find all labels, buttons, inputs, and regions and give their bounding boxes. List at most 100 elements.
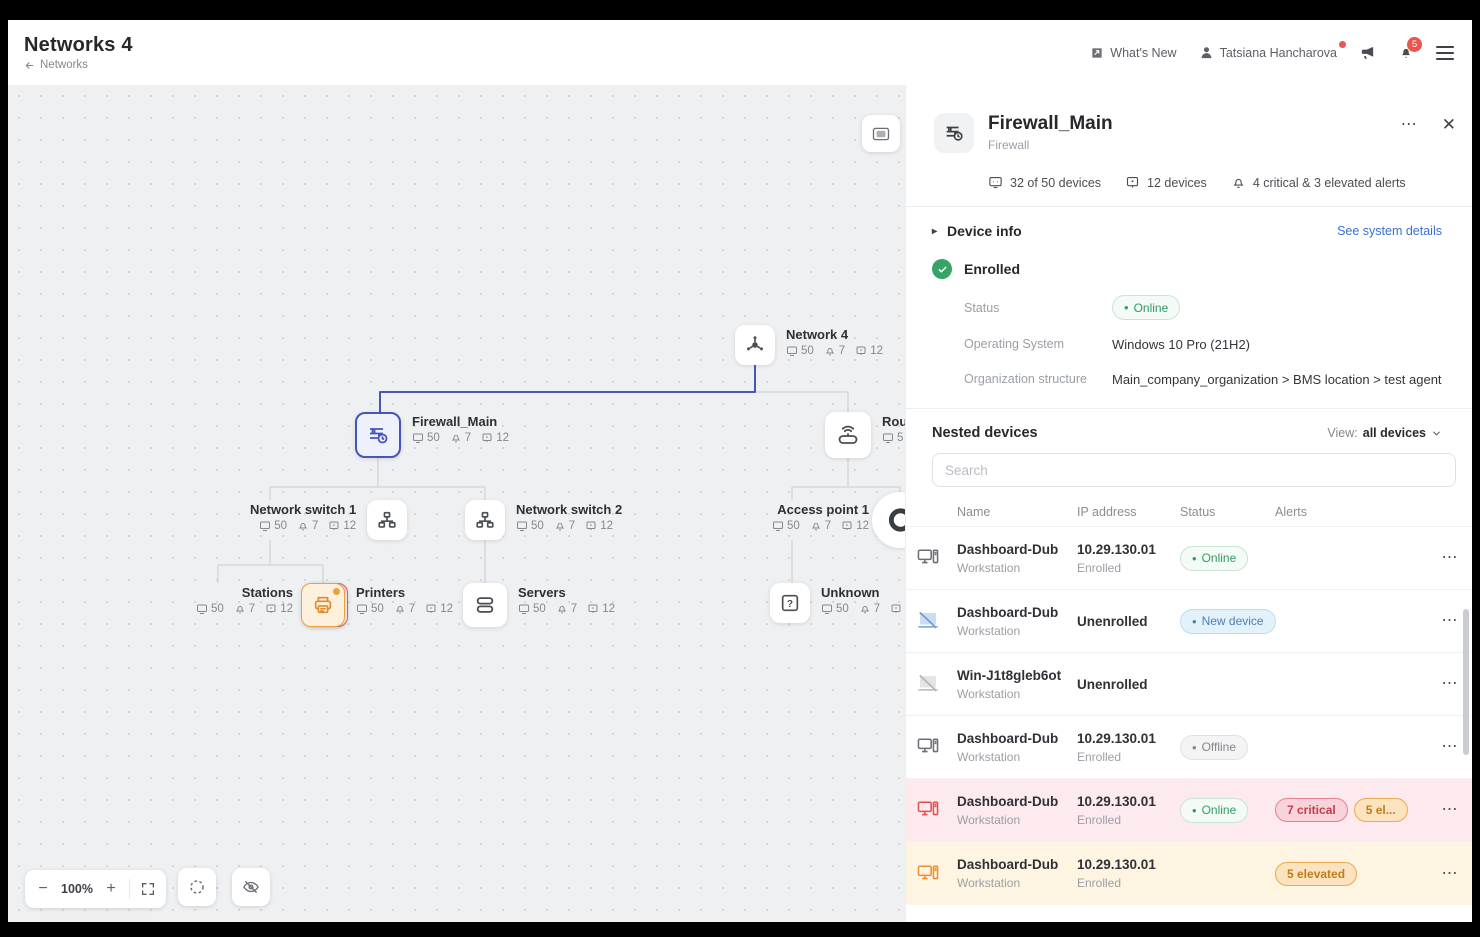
table-row-critical[interactable]: Dashboard-DubWorkstation 10.29.130.01Enr… — [906, 779, 1472, 842]
node-stats: 50 7 12 — [259, 520, 356, 532]
status-pill: Online — [1180, 546, 1248, 571]
monitored-stat: 50 — [356, 603, 384, 615]
notification-badge: 5 — [1407, 37, 1422, 52]
screen-icon — [265, 603, 277, 615]
elevated-alerts-pill: 5 elevated — [1275, 862, 1357, 886]
node-network-switch-2[interactable]: Network switch 2 50 7 12 — [465, 500, 622, 540]
device-type: Workstation — [957, 624, 1077, 638]
device-ip: 10.29.130.01 — [1077, 794, 1180, 809]
nested-devices-stat: 12 devices — [1125, 175, 1207, 190]
screen-icon — [481, 432, 493, 444]
see-system-details-link[interactable]: See system details — [1337, 224, 1442, 238]
node-servers[interactable]: Servers 50 7 12 — [463, 583, 615, 627]
topology-canvas[interactable]: Network 4 50 7 12 Firewall_Main 50 — [8, 85, 905, 922]
table-row[interactable]: Dashboard-DubWorkstation 10.29.130.01Enr… — [906, 716, 1472, 779]
node-name: Unknown — [821, 585, 905, 600]
panel-scrollbar[interactable] — [1463, 609, 1469, 755]
node-label: Network 4 50 7 12 — [786, 325, 883, 357]
status-field: Status Online — [964, 295, 1442, 320]
org-field: Organization structure Main_company_orga… — [964, 368, 1442, 390]
router-icon[interactable] — [825, 412, 871, 458]
whats-new-link[interactable]: What's New — [1090, 46, 1176, 60]
main-menu-button[interactable] — [1436, 46, 1454, 60]
zoom-in-button[interactable]: + — [103, 880, 119, 898]
node-router[interactable]: Rou 5 — [825, 412, 905, 458]
firewall-icon[interactable] — [355, 412, 401, 458]
row-menu-button[interactable]: ⋯ — [1428, 869, 1472, 879]
notifications-button[interactable]: 5 — [1398, 44, 1414, 61]
table-header: Name IP address Status Alerts — [906, 497, 1472, 527]
zoom-level: 100% — [61, 882, 93, 896]
unenrolled-laptop-icon — [917, 674, 939, 694]
monitored-stat: 50 — [412, 432, 440, 444]
alerts-stat: 7 — [554, 520, 575, 532]
unknown-device-icon[interactable]: ? — [770, 583, 810, 623]
node-name: Network switch 2 — [516, 502, 622, 517]
nested-devices-table: Name IP address Status Alerts Dashboard-… — [906, 497, 1472, 905]
select-area-button[interactable] — [178, 868, 216, 906]
enrollment-status: Enrolled — [964, 261, 1020, 277]
col-ip: IP address — [1077, 505, 1180, 519]
switch-icon[interactable] — [367, 500, 407, 540]
devices-stat: 12 — [587, 603, 615, 615]
device-name: Dashboard-Dub — [957, 857, 1077, 872]
node-label: Rou 5 — [882, 412, 905, 444]
screen-icon — [425, 603, 437, 615]
monitor-icon — [772, 520, 784, 532]
devices-stat: 12 — [328, 520, 356, 532]
node-printers[interactable]: Printers 50 7 12 — [301, 583, 453, 627]
node-label: Unknown 50 7 12 — [821, 583, 905, 615]
node-name: Network 4 — [786, 327, 883, 342]
node-firewall-main[interactable]: Firewall_Main 50 7 12 — [355, 412, 509, 458]
status-pill: Online — [1180, 798, 1248, 823]
screen-icon — [328, 520, 340, 532]
legend-icon — [872, 127, 890, 141]
user-name: Tatsiana Hancharova — [1220, 46, 1337, 60]
node-network-switch-1[interactable]: Network switch 1 50 7 12 — [250, 500, 407, 540]
row-menu-button[interactable]: ⋯ — [1428, 553, 1472, 563]
node-label: Access point 1 50 7 12 — [772, 500, 869, 532]
node-network-4[interactable]: Network 4 50 7 12 — [735, 325, 883, 365]
network-hub-icon[interactable] — [735, 325, 775, 365]
printer-icon[interactable] — [301, 583, 345, 627]
panel-menu-button[interactable]: ⋯ — [1401, 120, 1418, 130]
view-filter-dropdown[interactable]: View: all devices — [1327, 426, 1442, 440]
node-label: Printers 50 7 12 — [356, 583, 453, 615]
breadcrumb-back[interactable]: Networks — [24, 59, 133, 71]
monitored-stat: 50 — [821, 603, 849, 615]
close-panel-button[interactable]: ✕ — [1442, 115, 1456, 135]
hide-elements-button[interactable] — [232, 868, 270, 906]
screen-icon — [855, 345, 867, 357]
row-menu-button[interactable]: ⋯ — [1428, 805, 1472, 815]
elevated-alerts-pill: 5 el... — [1354, 798, 1408, 822]
server-icon[interactable] — [463, 583, 507, 627]
table-row[interactable]: Dashboard-DubWorkstation 10.29.130.01Enr… — [906, 527, 1472, 590]
device-info-toggle[interactable]: ▸ Device info — [932, 223, 1022, 239]
field-value: Main_company_organization > BMS location… — [1112, 372, 1442, 387]
monitor-icon — [259, 520, 271, 532]
user-menu[interactable]: Tatsiana Hancharova — [1199, 45, 1337, 60]
bell-icon — [394, 603, 406, 615]
zoom-out-button[interactable]: − — [35, 880, 51, 898]
node-unknown[interactable]: ? Unknown 50 7 12 — [770, 583, 905, 623]
screen-icon — [841, 520, 853, 532]
alerts-stat: 7 — [556, 603, 577, 615]
device-name: Dashboard-Dub — [957, 605, 1077, 620]
bell-icon — [234, 603, 246, 615]
announcements-button[interactable] — [1359, 44, 1376, 61]
fit-screen-icon[interactable] — [140, 881, 156, 897]
search-input[interactable] — [932, 453, 1456, 487]
node-name: Network switch 1 — [250, 502, 356, 517]
field-label: Status — [964, 301, 1112, 315]
bell-icon — [450, 432, 462, 444]
top-bar: Networks 4 Networks What's New Tatsiana … — [8, 20, 1472, 85]
alerts-stat: 7 — [859, 603, 880, 615]
table-row[interactable]: Dashboard-DubWorkstation Unenrolled New … — [906, 590, 1472, 653]
switch-icon[interactable] — [465, 500, 505, 540]
critical-alerts-pill: 7 critical — [1275, 798, 1348, 822]
table-row[interactable]: Win-J1t8gleb6otWorkstation Unenrolled ⋯ — [906, 653, 1472, 716]
table-row-elevated[interactable]: Dashboard-DubWorkstation 10.29.130.01Enr… — [906, 842, 1472, 905]
legend-toggle-button[interactable] — [862, 115, 900, 152]
monitored-stat: 50 — [518, 603, 546, 615]
view-value: all devices — [1363, 426, 1426, 440]
